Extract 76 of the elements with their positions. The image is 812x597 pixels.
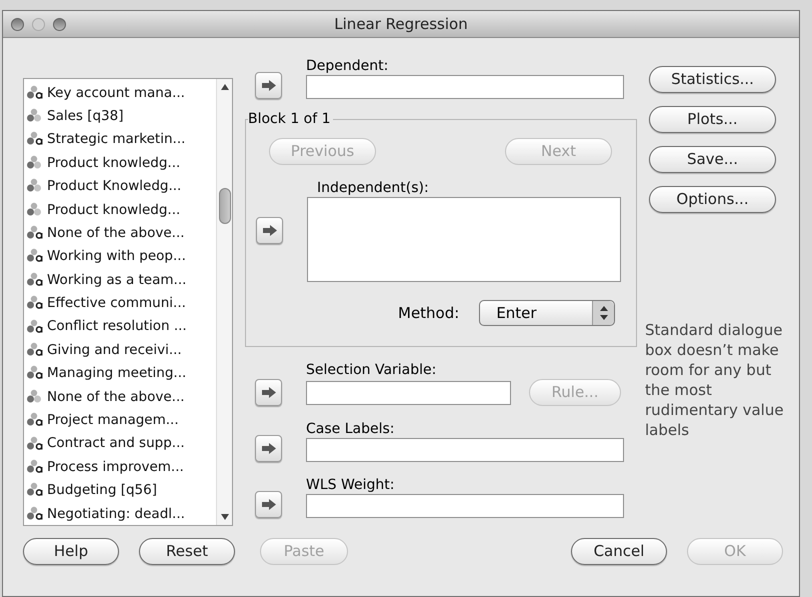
move-arrow-button[interactable] (255, 379, 282, 406)
string-variable-icon (26, 365, 44, 382)
nominal-variable-icon (26, 108, 44, 124)
method-label: Method: (398, 302, 460, 324)
variable-item[interactable]: Key account mana... (24, 81, 216, 104)
string-variable-icon (26, 436, 44, 452)
variable-field[interactable] (306, 438, 624, 462)
scroll-bar[interactable] (216, 79, 232, 525)
variable-item[interactable]: Budgeting [q56] (24, 478, 216, 502)
variable-field[interactable] (306, 380, 511, 404)
variable-item[interactable]: Contract and supp... (24, 432, 216, 456)
move-arrow-button[interactable] (255, 72, 282, 99)
zoom-icon[interactable] (53, 18, 66, 30)
variable-field[interactable] (306, 75, 624, 99)
arrow-right-icon (262, 225, 276, 236)
variable-item[interactable]: Negotiating: deadl... (24, 502, 216, 526)
string-variable-icon (26, 458, 44, 475)
variable-item[interactable]: Conflict resolution ... (24, 314, 216, 338)
push-button[interactable]: Plots... (649, 106, 776, 133)
close-icon[interactable] (11, 18, 24, 30)
dependent-label: Dependent: (306, 58, 390, 75)
string-variable-icon (26, 506, 44, 522)
variable-item[interactable]: Process improvem... (24, 455, 216, 479)
string-variable-icon (26, 412, 44, 428)
scroll-down-icon[interactable] (220, 513, 228, 521)
variable-item[interactable]: Project managem... (24, 408, 216, 432)
push-button[interactable]: Options... (649, 186, 776, 213)
string-variable-icon (26, 318, 44, 335)
push-button[interactable]: Reset (139, 538, 235, 565)
variable-item[interactable]: Product knowledg... (24, 198, 216, 222)
variable-item[interactable]: Product Knowledg... (24, 174, 216, 198)
push-button[interactable]: Save... (649, 146, 776, 173)
variable-item[interactable]: Working as a team... (24, 268, 216, 292)
case-labels-label: Case Labels: (306, 420, 396, 438)
nominal-variable-icon (26, 202, 44, 218)
string-variable-icon (26, 272, 44, 288)
variable-item[interactable]: Giving and receivi... (24, 338, 216, 362)
push-button[interactable]: Statistics... (649, 66, 776, 93)
move-arrow-button[interactable] (255, 491, 282, 518)
variable-item[interactable]: Sales [q38] (24, 104, 216, 128)
method-select[interactable]: Enter (479, 300, 616, 326)
variable-item[interactable]: Product knowledg... (24, 151, 216, 175)
string-variable-icon (26, 248, 44, 264)
variable-item[interactable]: None of the above... (24, 221, 216, 245)
independents-label: Independent(s): (316, 179, 430, 197)
variable-item[interactable]: Managing meeting... (24, 362, 216, 386)
push-button[interactable]: Help (23, 538, 119, 565)
nominal-variable-icon (26, 154, 44, 171)
nominal-variable-icon (26, 388, 44, 405)
variable-item[interactable]: Effective communi... (24, 292, 216, 315)
arrow-right-icon (262, 80, 276, 91)
independents-list[interactable] (307, 197, 621, 282)
variable-item[interactable]: Strategic marketin... (24, 128, 216, 152)
arrow-right-icon (262, 443, 276, 454)
window-title: Linear Regression (334, 14, 468, 35)
wls-weight-label: WLS Weight: (306, 476, 396, 494)
annotation-text: Standard dialogue box doesn’t make room for any but the most rudimentary value labels (645, 320, 785, 440)
arrow-right-icon (262, 499, 276, 510)
variable-field[interactable] (306, 494, 624, 518)
arrow-right-icon (262, 387, 276, 398)
string-variable-icon (26, 131, 44, 148)
move-arrow-button[interactable] (256, 217, 283, 244)
stepper-arrows-icon (600, 306, 608, 320)
selection-variable-label: Selection Variable: (306, 361, 438, 379)
scroll-up-icon[interactable] (220, 83, 228, 91)
variable-item[interactable]: Working with peop... (24, 244, 216, 268)
string-variable-icon (26, 295, 44, 312)
string-variable-icon (26, 342, 44, 358)
string-variable-icon (26, 225, 44, 242)
move-arrow-button[interactable] (255, 435, 282, 462)
variable-item[interactable]: None of the above... (24, 385, 216, 408)
nominal-variable-icon (26, 178, 44, 194)
string-variable-icon (26, 84, 44, 101)
push-button[interactable]: Cancel (571, 538, 667, 565)
string-variable-icon (26, 482, 44, 498)
scroll-thumb[interactable] (218, 188, 230, 224)
